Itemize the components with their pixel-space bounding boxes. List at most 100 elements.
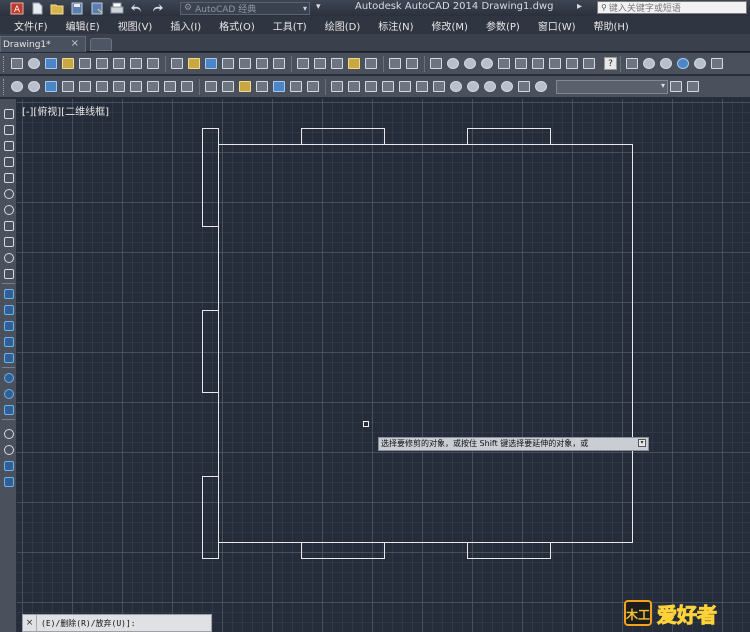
render-icon[interactable] (448, 79, 463, 94)
arc-icon[interactable] (2, 187, 15, 200)
customize-dropdown-icon[interactable]: ▾ (316, 2, 326, 15)
menu-tools[interactable]: 工具(T) (273, 18, 307, 33)
style-icon[interactable] (94, 56, 109, 71)
dimension-style-icon[interactable] (26, 56, 41, 71)
style-icon[interactable] (145, 56, 160, 71)
rectangle-icon[interactable] (2, 171, 15, 184)
zoom-previous-icon[interactable] (479, 56, 494, 71)
publish-icon[interactable] (254, 56, 269, 71)
command-line[interactable]: × (E)/删除(R)/放弃(U)]: (22, 614, 212, 632)
stretch-icon[interactable] (2, 427, 15, 440)
markup-icon[interactable] (564, 56, 579, 71)
cylinder-icon[interactable] (128, 79, 143, 94)
menu-parametric[interactable]: 参数(P) (486, 18, 520, 33)
menu-file[interactable]: 文件(F) (14, 18, 48, 33)
toolbar-grip[interactable] (3, 78, 6, 95)
sun-icon[interactable] (499, 79, 514, 94)
menu-window[interactable]: 窗口(W) (538, 18, 576, 33)
torus-icon[interactable] (145, 79, 160, 94)
menu-view[interactable]: 视图(V) (118, 18, 153, 33)
layer-properties-icon[interactable] (668, 79, 683, 94)
wedge-icon[interactable] (77, 79, 92, 94)
realistic-style-icon[interactable] (675, 56, 690, 71)
redo-icon[interactable] (404, 56, 419, 71)
save-as-icon[interactable] (90, 2, 104, 15)
array-icon[interactable] (2, 351, 15, 364)
erase-icon[interactable] (2, 287, 15, 300)
style-icon[interactable] (77, 56, 92, 71)
slice-icon[interactable] (397, 79, 412, 94)
redo-icon[interactable] (150, 2, 164, 15)
menu-draw[interactable]: 绘图(D) (325, 18, 361, 33)
layer-state-icon[interactable] (685, 79, 700, 94)
3d-array-icon[interactable] (380, 79, 395, 94)
box-icon[interactable] (60, 79, 75, 94)
close-icon[interactable]: × (23, 615, 37, 631)
sweep-icon[interactable] (237, 79, 252, 94)
revolve-icon[interactable] (254, 79, 269, 94)
visual-style-icon[interactable] (709, 56, 724, 71)
offset-icon[interactable] (2, 335, 15, 348)
extend-icon[interactable] (2, 459, 15, 472)
ellipse-icon[interactable] (2, 251, 15, 264)
menu-help[interactable]: 帮助(H) (594, 18, 629, 33)
undo-icon[interactable] (130, 2, 144, 15)
section-icon[interactable] (414, 79, 429, 94)
loft-icon[interactable] (271, 79, 286, 94)
properties-icon[interactable] (496, 56, 511, 71)
ucs-icon[interactable] (43, 79, 58, 94)
zoom-window-icon[interactable] (462, 56, 477, 71)
close-icon[interactable]: × (71, 38, 79, 49)
extrude-icon[interactable] (203, 79, 218, 94)
tooltip-expand-icon[interactable]: ▾ (638, 439, 646, 447)
helix-icon[interactable] (179, 79, 194, 94)
zoom-realtime-icon[interactable] (445, 56, 460, 71)
menu-insert[interactable]: 插入(I) (170, 18, 201, 33)
menu-dimension[interactable]: 标注(N) (378, 18, 413, 33)
workspace-selector[interactable]: ⚙ AutoCAD 经典 ▾ (180, 1, 310, 15)
visual-style-icon[interactable] (658, 56, 673, 71)
mirror-icon[interactable] (2, 319, 15, 332)
table-style-icon[interactable] (43, 56, 58, 71)
lights-icon[interactable] (482, 79, 497, 94)
drawing-canvas[interactable] (17, 99, 750, 632)
3d-align-icon[interactable] (363, 79, 378, 94)
new-file-icon[interactable] (30, 2, 44, 15)
cut-icon[interactable] (295, 56, 310, 71)
scale-icon[interactable] (2, 403, 15, 416)
break-icon[interactable] (2, 475, 15, 488)
presspull-icon[interactable] (220, 79, 235, 94)
move-icon[interactable] (2, 371, 15, 384)
block-editor-icon[interactable] (363, 56, 378, 71)
materials-icon[interactable] (465, 79, 480, 94)
rotate-icon[interactable] (2, 387, 15, 400)
help-icon[interactable]: ? (604, 57, 617, 70)
match-properties-icon[interactable] (346, 56, 361, 71)
open-file-icon[interactable] (50, 2, 64, 15)
plot-preview-icon[interactable] (237, 56, 252, 71)
text-style-icon[interactable] (9, 56, 24, 71)
search-icon[interactable] (533, 79, 548, 94)
toolbar-grip[interactable] (3, 55, 6, 72)
style-icon[interactable] (111, 56, 126, 71)
calculator-icon[interactable] (581, 56, 596, 71)
app-menu-icon[interactable]: A (10, 2, 24, 15)
circle-icon[interactable] (2, 203, 15, 216)
sheet-set-icon[interactable] (547, 56, 562, 71)
orbit-icon[interactable] (26, 79, 41, 94)
revcloud-icon[interactable] (2, 219, 15, 232)
new-tab-button[interactable] (90, 38, 112, 51)
copy-icon[interactable] (312, 56, 327, 71)
camera-icon[interactable] (516, 79, 531, 94)
interfere-icon[interactable] (431, 79, 446, 94)
layer-dropdown[interactable]: ▾ (556, 79, 668, 94)
union-icon[interactable] (288, 79, 303, 94)
qnew-icon[interactable] (169, 56, 184, 71)
orbit-icon[interactable] (9, 79, 24, 94)
layer-icon[interactable] (624, 56, 639, 71)
help-search-input[interactable]: ⚲ 键入关键字或短语 (597, 1, 747, 14)
sphere-icon[interactable] (111, 79, 126, 94)
insert-block-icon[interactable] (2, 267, 15, 280)
3d-print-icon[interactable] (271, 56, 286, 71)
polygon-icon[interactable] (2, 155, 15, 168)
